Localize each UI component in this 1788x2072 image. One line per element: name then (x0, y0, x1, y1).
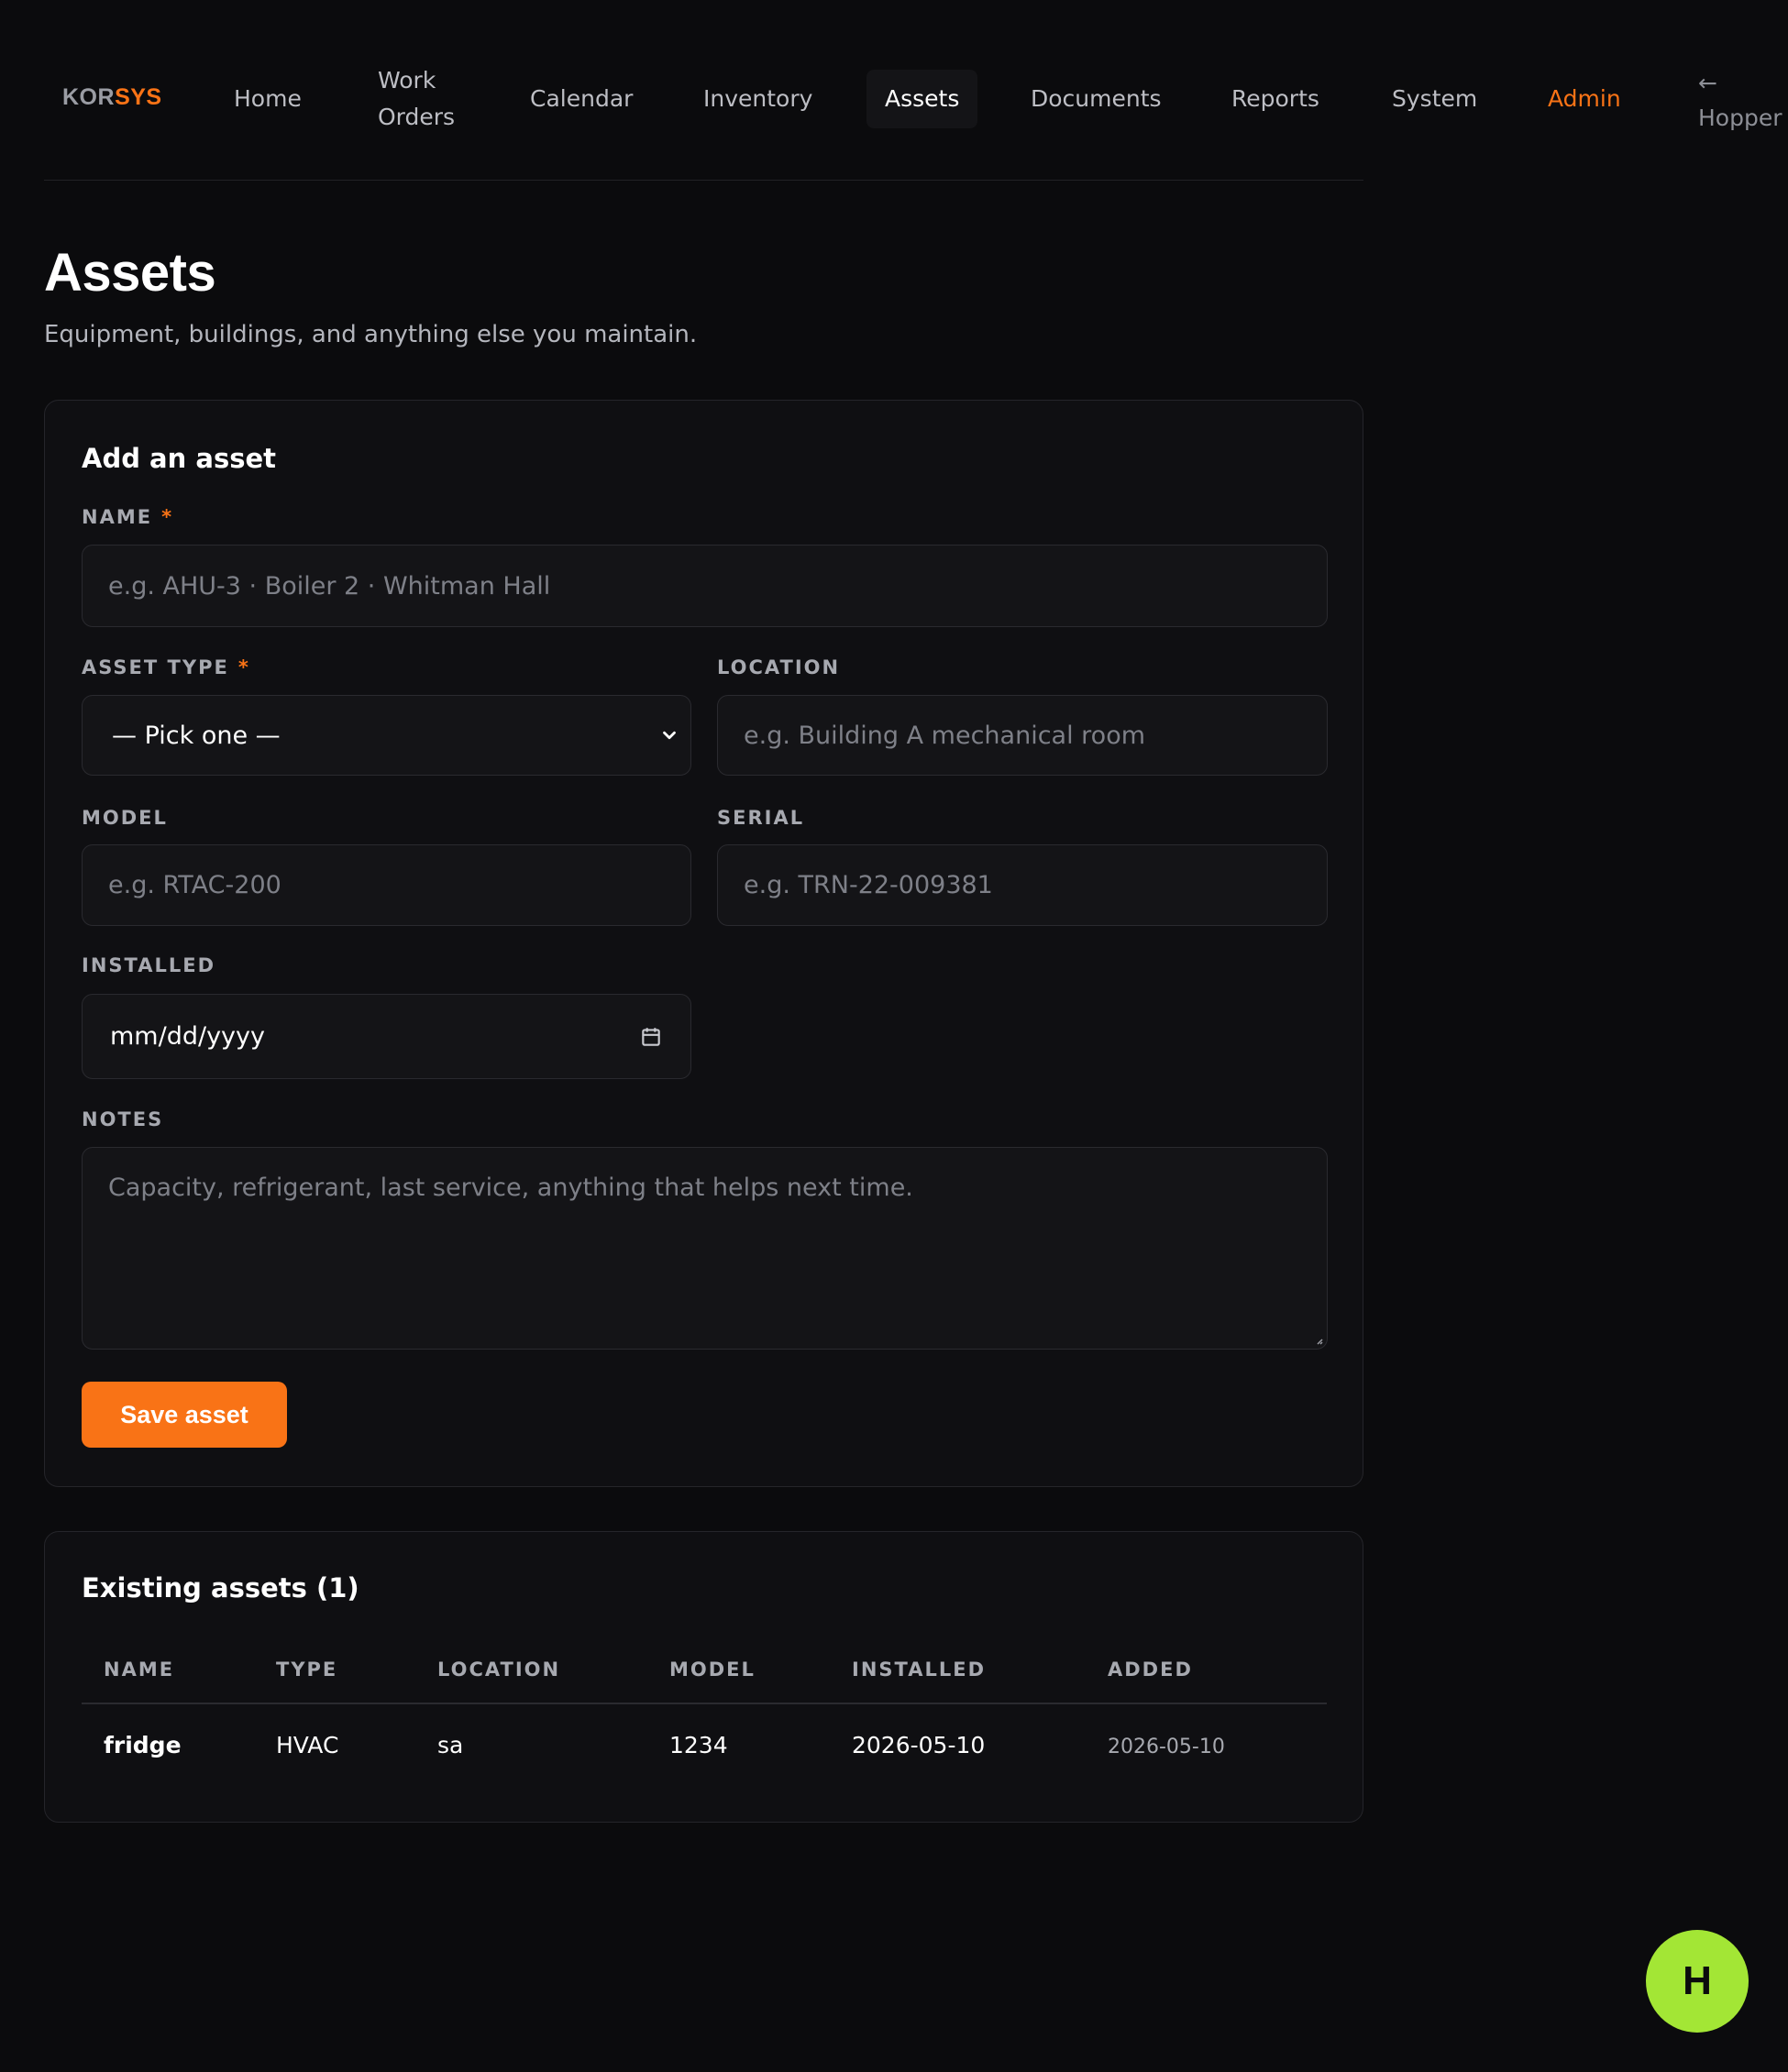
column-header-model[interactable]: MODEL (669, 1659, 756, 1681)
name-label-text: NAME (82, 506, 153, 528)
required-marker: * (237, 656, 250, 678)
nav-back-hopper[interactable]: ← Hopper (1698, 66, 1782, 136)
nav-work-orders[interactable]: Work Orders (378, 62, 455, 136)
column-header-name[interactable]: NAME (104, 1659, 174, 1681)
installed-date-input[interactable]: mm/dd/yyyy (82, 994, 691, 1079)
location-input[interactable]: e.g. Building A mechanical room (717, 695, 1328, 776)
existing-assets-card: Existing assets (1) NAME TYPE LOCATION M… (44, 1531, 1363, 1823)
asset-type-selected: — Pick one — (112, 721, 281, 750)
cell-name[interactable]: fridge (104, 1732, 182, 1758)
location-input-placeholder: e.g. Building A mechanical room (744, 721, 1146, 750)
required-marker: * (161, 506, 174, 528)
nav-back-label: Hopper (1698, 105, 1782, 131)
nav-system[interactable]: System (1392, 81, 1477, 117)
model-input[interactable]: e.g. RTAC-200 (82, 844, 691, 926)
nav-reports[interactable]: Reports (1231, 81, 1319, 117)
column-header-installed[interactable]: INSTALLED (852, 1659, 986, 1681)
table-header-divider (82, 1703, 1327, 1704)
nav-work-orders-line1: Work (378, 67, 436, 94)
nav-calendar[interactable]: Calendar (530, 81, 633, 117)
column-header-location[interactable]: LOCATION (437, 1659, 560, 1681)
cell-type: HVAC (276, 1732, 339, 1758)
brand-logo-part1: KOR (62, 84, 116, 110)
nav-divider (44, 180, 1363, 181)
cell-added: 2026-05-10 (1108, 1736, 1225, 1758)
model-label: MODEL (82, 807, 168, 829)
notes-textarea[interactable]: Capacity, refrigerant, last service, any… (82, 1147, 1328, 1350)
nav-inventory[interactable]: Inventory (703, 81, 812, 117)
notes-textarea-placeholder: Capacity, refrigerant, last service, any… (108, 1174, 913, 1202)
save-asset-button[interactable]: Save asset (82, 1382, 287, 1448)
location-label: LOCATION (717, 656, 841, 678)
existing-assets-title: Existing assets (1) (82, 1572, 359, 1604)
add-asset-title: Add an asset (82, 443, 276, 474)
installed-date-value: mm/dd/yyyy (110, 1022, 265, 1051)
nav-home[interactable]: Home (234, 81, 302, 117)
asset-type-select[interactable]: — Pick one — (82, 695, 691, 776)
name-input[interactable]: e.g. AHU-3 · Boiler 2 · Whitman Hall (82, 545, 1328, 627)
nav-assets[interactable]: Assets (866, 70, 978, 128)
brand-logo[interactable]: KORSYS (62, 84, 162, 111)
chevron-down-icon (663, 731, 676, 740)
top-nav: KORSYS Home Work Orders Calendar Invento… (0, 0, 1788, 180)
name-input-placeholder: e.g. AHU-3 · Boiler 2 · Whitman Hall (108, 571, 551, 601)
cell-location: sa (437, 1732, 464, 1758)
installed-label: INSTALLED (82, 954, 215, 976)
brand-logo-part2: SYS (115, 84, 162, 110)
user-avatar-button[interactable]: H (1646, 1930, 1749, 2033)
notes-label: NOTES (82, 1108, 164, 1130)
cell-installed: 2026-05-10 (852, 1732, 986, 1758)
nav-work-orders-line2: Orders (378, 104, 456, 130)
nav-documents[interactable]: Documents (1031, 81, 1162, 117)
page-title: Assets (44, 243, 216, 303)
name-label: NAME * (82, 506, 173, 528)
back-arrow-icon: ← (1698, 70, 1717, 96)
resize-handle-icon[interactable] (1316, 1338, 1323, 1345)
nav-admin[interactable]: Admin (1548, 81, 1621, 117)
column-header-added[interactable]: ADDED (1108, 1659, 1193, 1681)
page-subtitle: Equipment, buildings, and anything else … (44, 321, 698, 348)
cell-model: 1234 (669, 1732, 728, 1758)
serial-input[interactable]: e.g. TRN-22-009381 (717, 844, 1328, 926)
asset-type-label-text: ASSET TYPE (82, 656, 229, 678)
add-asset-card: Add an asset NAME * e.g. AHU-3 · Boiler 2… (44, 400, 1363, 1487)
calendar-icon[interactable] (639, 1025, 663, 1049)
serial-label: SERIAL (717, 807, 805, 829)
serial-input-placeholder: e.g. TRN-22-009381 (744, 871, 993, 899)
asset-type-label: ASSET TYPE * (82, 656, 250, 678)
model-input-placeholder: e.g. RTAC-200 (108, 871, 281, 899)
column-header-type[interactable]: TYPE (276, 1659, 337, 1681)
